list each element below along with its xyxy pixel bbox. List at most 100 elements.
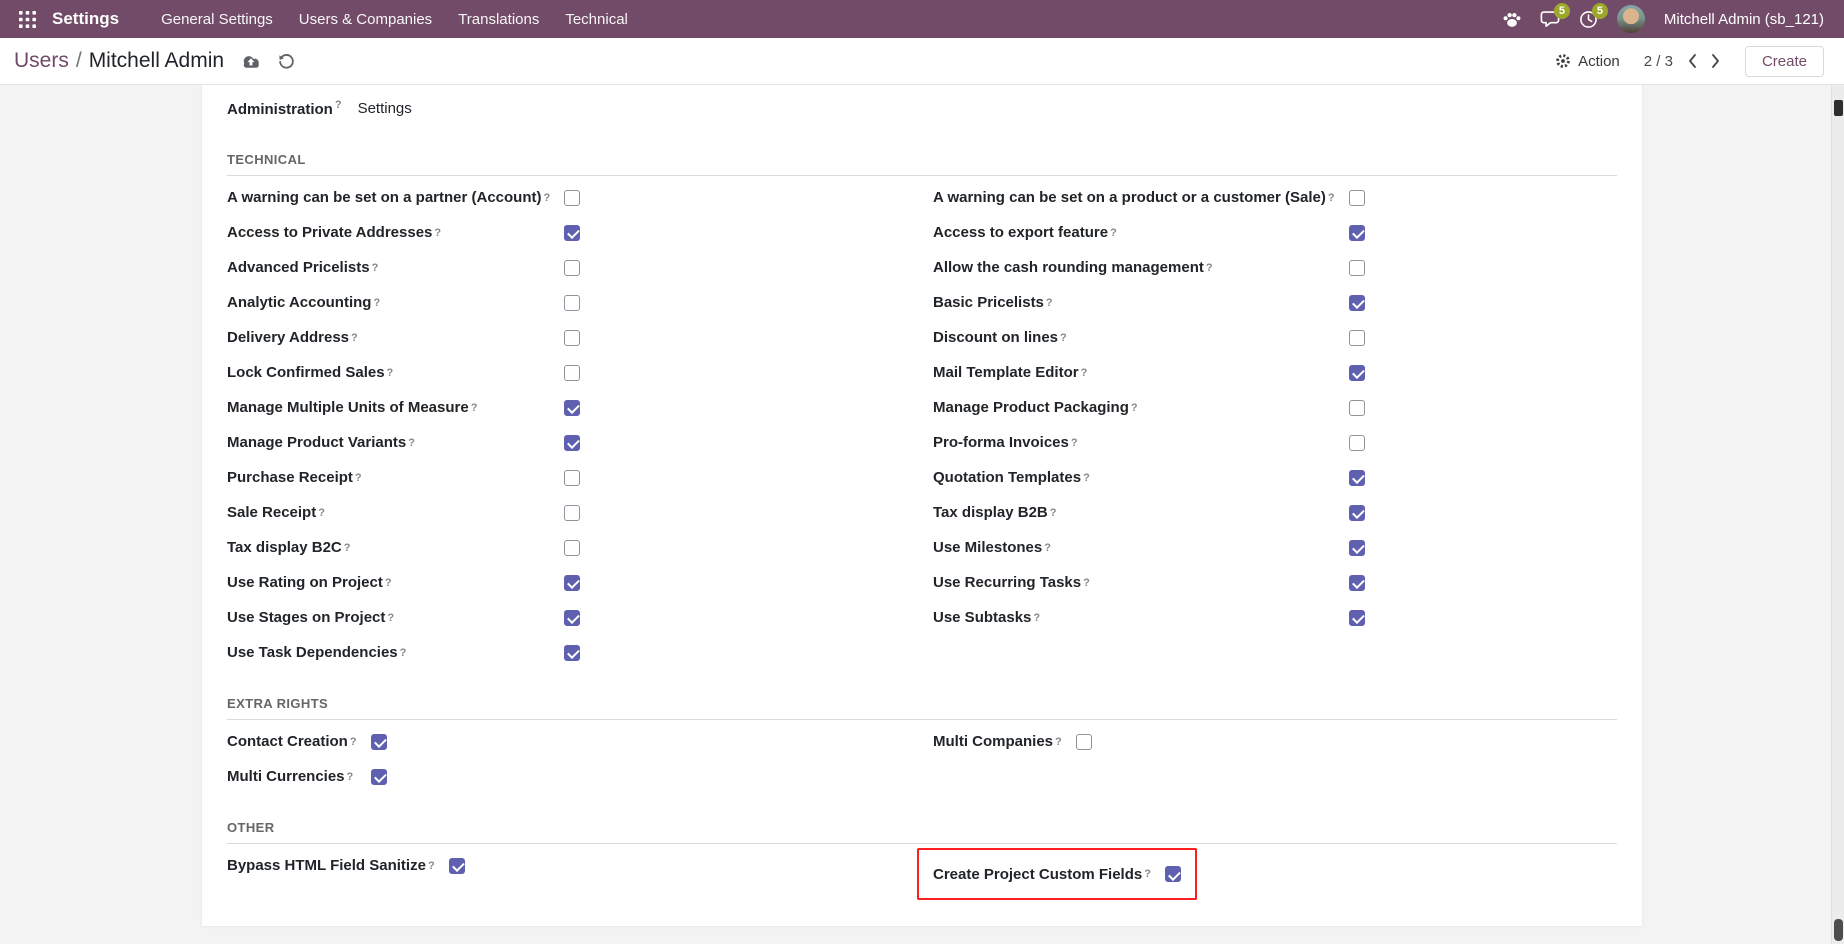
control-panel-right: Action 2 / 3 Create	[1555, 46, 1824, 77]
checkbox-use-milestones[interactable]	[1349, 540, 1365, 556]
breadcrumb-users-link[interactable]: Users	[14, 49, 69, 73]
field-label-multi-currencies: Multi Currencies	[227, 768, 345, 785]
checkbox-manage-product-packaging[interactable]	[1349, 400, 1365, 416]
checkbox-contact-creation[interactable]	[371, 734, 387, 750]
help-icon: ?	[1044, 542, 1051, 554]
scrollbar-thumb[interactable]	[1834, 919, 1843, 941]
checkbox-access-to-export-feature[interactable]	[1349, 225, 1365, 241]
checkbox-use-recurring-tasks[interactable]	[1349, 575, 1365, 591]
breadcrumb-separator: /	[76, 49, 82, 73]
checkbox-a-warning-can-be-set-on-a-product-or-a-customer-sale[interactable]	[1349, 190, 1365, 206]
checkbox-purchase-receipt[interactable]	[564, 470, 580, 486]
section-extra-rights: EXTRA RIGHTSContact Creation?Multi Curre…	[227, 696, 1617, 794]
checkbox-discount-on-lines[interactable]	[1349, 330, 1365, 346]
section-title: TECHNICAL	[227, 152, 1617, 176]
activities-button[interactable]: 5	[1579, 10, 1598, 29]
field-label-analytic-accounting: Analytic Accounting	[227, 294, 371, 311]
checkbox-access-to-private-addresses[interactable]	[564, 225, 580, 241]
checkbox-basic-pricelists[interactable]	[1349, 295, 1365, 311]
checkbox-manage-product-variants[interactable]	[564, 435, 580, 451]
help-icon: ?	[335, 99, 342, 111]
action-menu-button[interactable]: Action	[1555, 53, 1620, 70]
help-icon: ?	[1050, 507, 1057, 519]
field-label-access-to-export-feature: Access to export feature	[933, 224, 1108, 241]
user-avatar[interactable]	[1617, 5, 1645, 33]
systray: 5 5 Mitchell Admin (sb_121)	[1503, 5, 1824, 33]
field-label-manage-product-packaging: Manage Product Packaging	[933, 399, 1129, 416]
checkbox-quotation-templates[interactable]	[1349, 470, 1365, 486]
field-row-label: Access to export feature?	[933, 215, 1349, 250]
field-row-widget	[564, 180, 580, 215]
checkbox-pro-forma-invoices[interactable]	[1349, 435, 1365, 451]
field-row-widget	[564, 495, 580, 530]
field-row-label: Use Recurring Tasks?	[933, 565, 1349, 600]
discard-changes-button[interactable]	[278, 53, 295, 70]
apps-grid-icon	[19, 11, 36, 28]
help-icon: ?	[385, 577, 392, 589]
checkbox-use-task-dependencies[interactable]	[564, 645, 580, 661]
nav-menu-general-settings[interactable]: General Settings	[161, 11, 273, 28]
checkbox-use-stages-on-project[interactable]	[564, 610, 580, 626]
nav-menu-technical[interactable]: Technical	[565, 11, 628, 28]
field-row-widget	[1349, 180, 1365, 215]
pager-next-button[interactable]	[1711, 53, 1721, 69]
checkbox-manage-multiple-units-of-measure[interactable]	[564, 400, 580, 416]
field-label-sale-receipt: Sale Receipt	[227, 504, 316, 521]
field-label-pro-forma-invoices: Pro-forma Invoices	[933, 434, 1069, 451]
debug-button[interactable]	[1503, 11, 1521, 28]
administration-value[interactable]: Settings	[358, 100, 412, 117]
field-label-use-milestones: Use Milestones	[933, 539, 1042, 556]
nav-menu-users-companies[interactable]: Users & Companies	[299, 11, 432, 28]
apps-menu-button[interactable]	[12, 0, 42, 38]
checkbox-multi-companies[interactable]	[1076, 734, 1092, 750]
section-other: OTHERBypass HTML Field Sanitize?Create P…	[227, 820, 1617, 900]
create-button[interactable]: Create	[1745, 46, 1824, 77]
checkbox-mail-template-editor[interactable]	[1349, 365, 1365, 381]
field-row-label: Tax display B2B?	[933, 495, 1349, 530]
pager-previous-button[interactable]	[1687, 53, 1697, 69]
control-panel: Users / Mitchell Admin	[0, 38, 1844, 85]
field-label-mail-template-editor: Mail Template Editor	[933, 364, 1079, 381]
help-icon: ?	[544, 192, 551, 204]
help-icon: ?	[1071, 437, 1078, 449]
scrollbar[interactable]	[1831, 85, 1844, 944]
field-label-manage-product-variants: Manage Product Variants	[227, 434, 406, 451]
help-icon: ?	[1328, 192, 1335, 204]
checkbox-use-subtasks[interactable]	[1349, 610, 1365, 626]
checkbox-analytic-accounting[interactable]	[564, 295, 580, 311]
help-icon: ?	[355, 472, 362, 484]
messages-button[interactable]: 5	[1540, 10, 1560, 28]
nav-menu-translations[interactable]: Translations	[458, 11, 539, 28]
help-icon: ?	[1083, 577, 1090, 589]
section-columns: A warning can be set on a partner (Accou…	[227, 180, 1617, 670]
field-row-label: Tax display B2C?	[227, 530, 564, 565]
help-icon: ?	[1081, 367, 1088, 379]
checkbox-delivery-address[interactable]	[564, 330, 580, 346]
checkbox-create-project-custom-fields[interactable]	[1165, 866, 1181, 882]
section-technical: TECHNICAL A warning can be set on a partn…	[227, 152, 1617, 670]
field-row-label: Basic Pricelists?	[933, 285, 1349, 320]
checkbox-advanced-pricelists[interactable]	[564, 260, 580, 276]
scrollbar-top-segment[interactable]	[1834, 100, 1843, 116]
field-row-label: Purchase Receipt?	[227, 460, 564, 495]
pager-value: 2 / 3	[1644, 53, 1673, 70]
checkbox-tax-display-b2c[interactable]	[564, 540, 580, 556]
field-column-2: Multi Companies?	[933, 724, 1617, 759]
checkbox-use-rating-on-project[interactable]	[564, 575, 580, 591]
checkbox-a-warning-can-be-set-on-a-partner-account[interactable]	[564, 190, 580, 206]
checkbox-allow-the-cash-rounding-management[interactable]	[1349, 260, 1365, 276]
app-name-settings[interactable]: Settings	[52, 9, 119, 29]
checkbox-tax-display-b2b[interactable]	[1349, 505, 1365, 521]
field-row-label: Bypass HTML Field Sanitize?	[227, 848, 449, 883]
field-row-label: Use Milestones?	[933, 530, 1349, 565]
field-column-1: Bypass HTML Field Sanitize?	[227, 848, 933, 883]
checkbox-bypass-html-field-sanitize[interactable]	[449, 858, 465, 874]
checkbox-multi-currencies[interactable]	[371, 769, 387, 785]
field-row-widget	[1349, 285, 1365, 320]
checkbox-sale-receipt[interactable]	[564, 505, 580, 521]
save-record-button[interactable]	[240, 53, 262, 70]
checkbox-lock-confirmed-sales[interactable]	[564, 365, 580, 381]
user-menu[interactable]: Mitchell Admin (sb_121)	[1664, 11, 1824, 28]
administration-field-row: Administration? Settings	[227, 91, 1617, 126]
field-label-use-stages-on-project: Use Stages on Project	[227, 609, 385, 626]
